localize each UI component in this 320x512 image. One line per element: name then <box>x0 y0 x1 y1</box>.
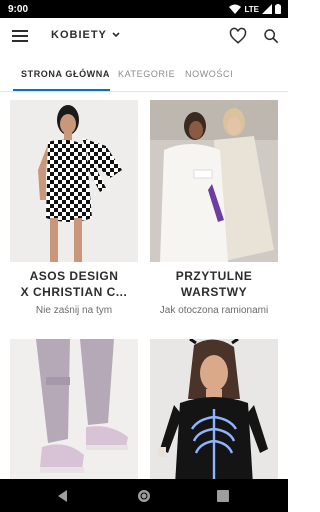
promo-image-skeleton-bodysuit <box>150 339 278 479</box>
battery-icon <box>275 4 281 14</box>
status-icons: LTE <box>229 4 281 14</box>
back-icon[interactable] <box>54 487 72 505</box>
network-label: LTE <box>244 4 259 14</box>
promo-card-skeleton-print[interactable] <box>150 339 278 479</box>
heart-icon[interactable] <box>229 27 247 45</box>
tab-categories[interactable]: KATEGORIE <box>118 56 175 92</box>
promo-image-checkered-dress <box>10 100 138 262</box>
chevron-down-icon <box>112 32 120 38</box>
department-label: KOBIETY <box>51 29 107 41</box>
app-header: KOBIETY <box>0 18 288 56</box>
card-subtitle: Jak otoczona ramionami <box>159 305 269 316</box>
status-bar: 9:00 LTE <box>0 0 288 18</box>
card-title: PRZYTULNE WARSTWY <box>175 269 253 299</box>
promo-card-asos-design[interactable]: ASOS DESIGN X CHRISTIAN C... Nie zaśnij … <box>10 100 138 316</box>
home-icon[interactable] <box>135 487 153 505</box>
promo-image-white-coats <box>150 100 278 262</box>
promo-image-trousers-sneakers <box>10 339 138 479</box>
tab-home[interactable]: STRONA GŁÓWNA <box>21 56 110 92</box>
status-time: 9:00 <box>8 3 29 15</box>
wifi-icon <box>229 4 242 14</box>
recents-icon[interactable] <box>214 487 232 505</box>
card-title: ASOS DESIGN X CHRISTIAN C... <box>20 269 128 299</box>
promo-card-trousers-sneakers[interactable] <box>10 339 138 479</box>
tab-bar: STRONA GŁÓWNA KATEGORIE NOWOŚCI <box>0 56 288 92</box>
signal-icon <box>262 4 272 14</box>
tab-new[interactable]: NOWOŚCI <box>185 56 233 92</box>
content-grid: ASOS DESIGN X CHRISTIAN C... Nie zaśnij … <box>0 92 288 479</box>
department-selector[interactable]: KOBIETY <box>51 29 120 41</box>
system-navigation-bar <box>0 479 288 512</box>
search-icon[interactable] <box>263 28 279 44</box>
promo-card-cozy-layers[interactable]: PRZYTULNE WARSTWY Jak otoczona ramionami <box>150 100 278 316</box>
card-subtitle: Nie zaśnij na tym <box>35 305 113 316</box>
menu-icon[interactable] <box>12 30 28 44</box>
